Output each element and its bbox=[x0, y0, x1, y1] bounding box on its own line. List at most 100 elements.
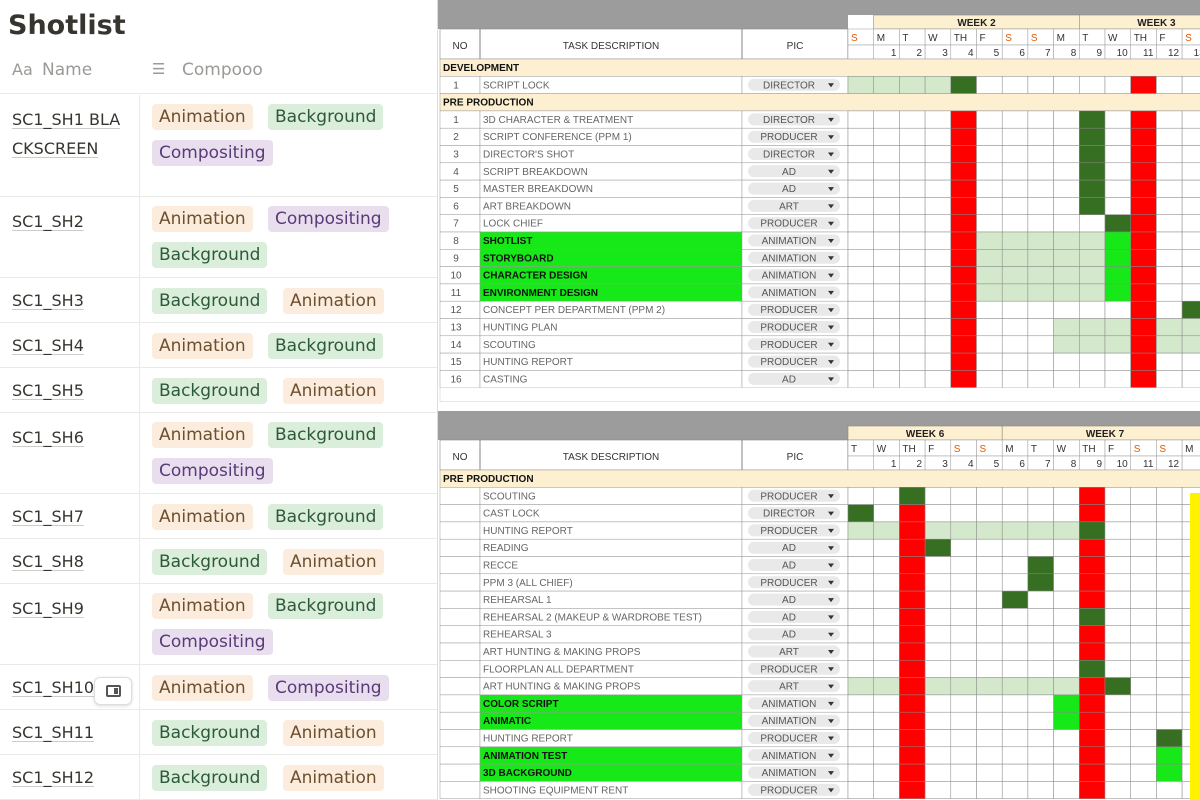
table-row[interactable]: SC1_SH4 Animation Background bbox=[0, 323, 437, 368]
day-number: 8 bbox=[1071, 48, 1077, 59]
schedule-cell bbox=[899, 110, 926, 129]
schedule-cell bbox=[899, 352, 926, 371]
schedule-cell bbox=[1027, 110, 1054, 129]
schedule-cell bbox=[1156, 283, 1183, 302]
schedule-cell bbox=[950, 370, 977, 388]
schedule-cell bbox=[873, 127, 900, 146]
schedule-cell bbox=[1156, 249, 1183, 267]
table-row[interactable]: SC1_SH1 BLACKSCREEN Animation Background Co… bbox=[0, 95, 437, 197]
task-description: SHOOTING EQUIPMENT RENT bbox=[483, 785, 628, 796]
task-description: 3D BACKGROUND bbox=[483, 768, 572, 779]
task-description: ART HUNTING & MAKING PROPS bbox=[483, 647, 641, 658]
schedule-cell bbox=[1053, 127, 1080, 146]
table-row[interactable]: SC1_SH2 Animation Compositing Background bbox=[0, 197, 437, 278]
schedule-cell bbox=[976, 300, 1003, 319]
table-row[interactable]: SC1_SH12 Background Animation bbox=[0, 755, 437, 800]
tag-animation: Animation bbox=[283, 549, 384, 575]
open-page-button[interactable] bbox=[94, 677, 132, 705]
task-description: CHARACTER DESIGN bbox=[483, 271, 587, 282]
schedule-cell bbox=[847, 300, 874, 319]
schedule-cell bbox=[1027, 249, 1054, 267]
day-letter: S bbox=[1159, 444, 1166, 455]
table-row[interactable]: SC1_SH11 Background Animation bbox=[0, 710, 437, 755]
schedule-cell bbox=[1130, 145, 1157, 164]
shot-name[interactable]: SC1_SH1 BLACKSCREEN bbox=[12, 105, 130, 163]
table-row[interactable]: SC1_SH10 Animation Compositing bbox=[0, 665, 437, 710]
schedule-cell bbox=[847, 76, 874, 94]
task-number: 9 bbox=[453, 253, 459, 264]
tag-compositing: Compositing bbox=[152, 629, 273, 655]
shot-name[interactable]: SC1_SH8 bbox=[12, 547, 130, 576]
schedule-cell bbox=[847, 127, 874, 146]
schedule-cell bbox=[1027, 608, 1054, 626]
tag-animation: Animation bbox=[152, 104, 253, 130]
schedule-cell bbox=[1079, 283, 1106, 302]
shot-name[interactable]: SC1_SH2 bbox=[12, 207, 130, 236]
pic-value: AD bbox=[782, 612, 796, 623]
pic-value: DIRECTOR bbox=[763, 150, 815, 161]
schedule-cell bbox=[1079, 487, 1106, 505]
table-row[interactable]: SC1_SH8 Background Animation bbox=[0, 539, 437, 584]
schedule-cell bbox=[1079, 249, 1106, 267]
shot-name[interactable]: SC1_SH4 bbox=[12, 331, 130, 360]
schedule-cell bbox=[1130, 335, 1157, 354]
table-row[interactable]: SC1_SH6 Animation Background Compositing bbox=[0, 413, 437, 494]
schedule-cell bbox=[1001, 556, 1029, 575]
schedule-cell bbox=[924, 504, 952, 523]
schedule-cell bbox=[950, 746, 977, 765]
schedule-cell bbox=[1001, 283, 1029, 302]
name-column-header[interactable]: Name bbox=[42, 60, 92, 80]
task-description: HUNTING REPORT bbox=[483, 357, 573, 368]
schedule-cell bbox=[1156, 660, 1183, 678]
day-letter: M bbox=[1057, 33, 1065, 44]
schedule-cell bbox=[924, 127, 952, 146]
schedule-cell bbox=[899, 521, 926, 540]
tag-background: Background bbox=[152, 765, 268, 791]
schedule-cell bbox=[1181, 162, 1200, 181]
schedule-cell bbox=[976, 573, 1003, 592]
schedule-cell bbox=[924, 266, 952, 285]
schedule-cell bbox=[1181, 197, 1200, 215]
day-letter: S bbox=[1185, 33, 1192, 44]
schedule-cell bbox=[847, 590, 874, 609]
schedule-cell bbox=[1053, 487, 1080, 505]
task-description: SCOUTING bbox=[483, 340, 536, 351]
table-row[interactable]: SC1_SH3 Background Animation bbox=[0, 278, 437, 323]
compooo-column-header[interactable]: Compooo bbox=[182, 60, 263, 80]
pic-value: ANIMATION bbox=[762, 699, 817, 710]
day-letter: S bbox=[1005, 33, 1012, 44]
tag-background: Background bbox=[268, 333, 384, 359]
shot-name[interactable]: SC1_SH6 bbox=[12, 423, 130, 452]
tag-animation: Animation bbox=[152, 206, 253, 232]
shot-name[interactable]: SC1_SH7 bbox=[12, 502, 130, 531]
schedule-cell bbox=[976, 318, 1003, 337]
schedule-cell bbox=[1104, 573, 1131, 592]
schedule-cell bbox=[1104, 249, 1131, 267]
task-number: 10 bbox=[450, 271, 462, 282]
schedule-cell bbox=[1027, 538, 1054, 557]
schedule-cell bbox=[950, 127, 977, 146]
shot-name[interactable]: SC1_SH12 bbox=[12, 763, 130, 792]
table-row[interactable]: SC1_SH7 Animation Background bbox=[0, 494, 437, 539]
table-row[interactable]: SC1_SH5 Background Animation bbox=[0, 368, 437, 413]
task-description: HUNTING REPORT bbox=[483, 734, 573, 745]
shot-name[interactable]: SC1_SH11 bbox=[12, 718, 130, 747]
task-description: SCOUTING bbox=[483, 491, 536, 502]
shot-name[interactable]: SC1_SH3 bbox=[12, 286, 130, 315]
schedule-cell bbox=[1053, 556, 1080, 575]
day-letter: M bbox=[877, 33, 885, 44]
schedule-cell bbox=[873, 538, 900, 557]
tag-compositing: Compositing bbox=[268, 206, 389, 232]
schedule-cell bbox=[950, 352, 977, 371]
shot-name[interactable]: SC1_SH9 bbox=[12, 594, 130, 623]
schedule-cell bbox=[1001, 179, 1029, 198]
schedule-cell bbox=[924, 538, 952, 557]
schedule-cell bbox=[1053, 608, 1080, 626]
schedule-cell bbox=[950, 538, 977, 557]
schedule-cell bbox=[1156, 197, 1183, 215]
schedule-cell bbox=[1156, 625, 1183, 644]
schedule-cell bbox=[950, 521, 977, 540]
shot-name[interactable]: SC1_SH5 bbox=[12, 376, 130, 405]
table-row[interactable]: SC1_SH9 Animation Background Compositing bbox=[0, 584, 437, 665]
schedule-cell bbox=[1156, 642, 1183, 661]
